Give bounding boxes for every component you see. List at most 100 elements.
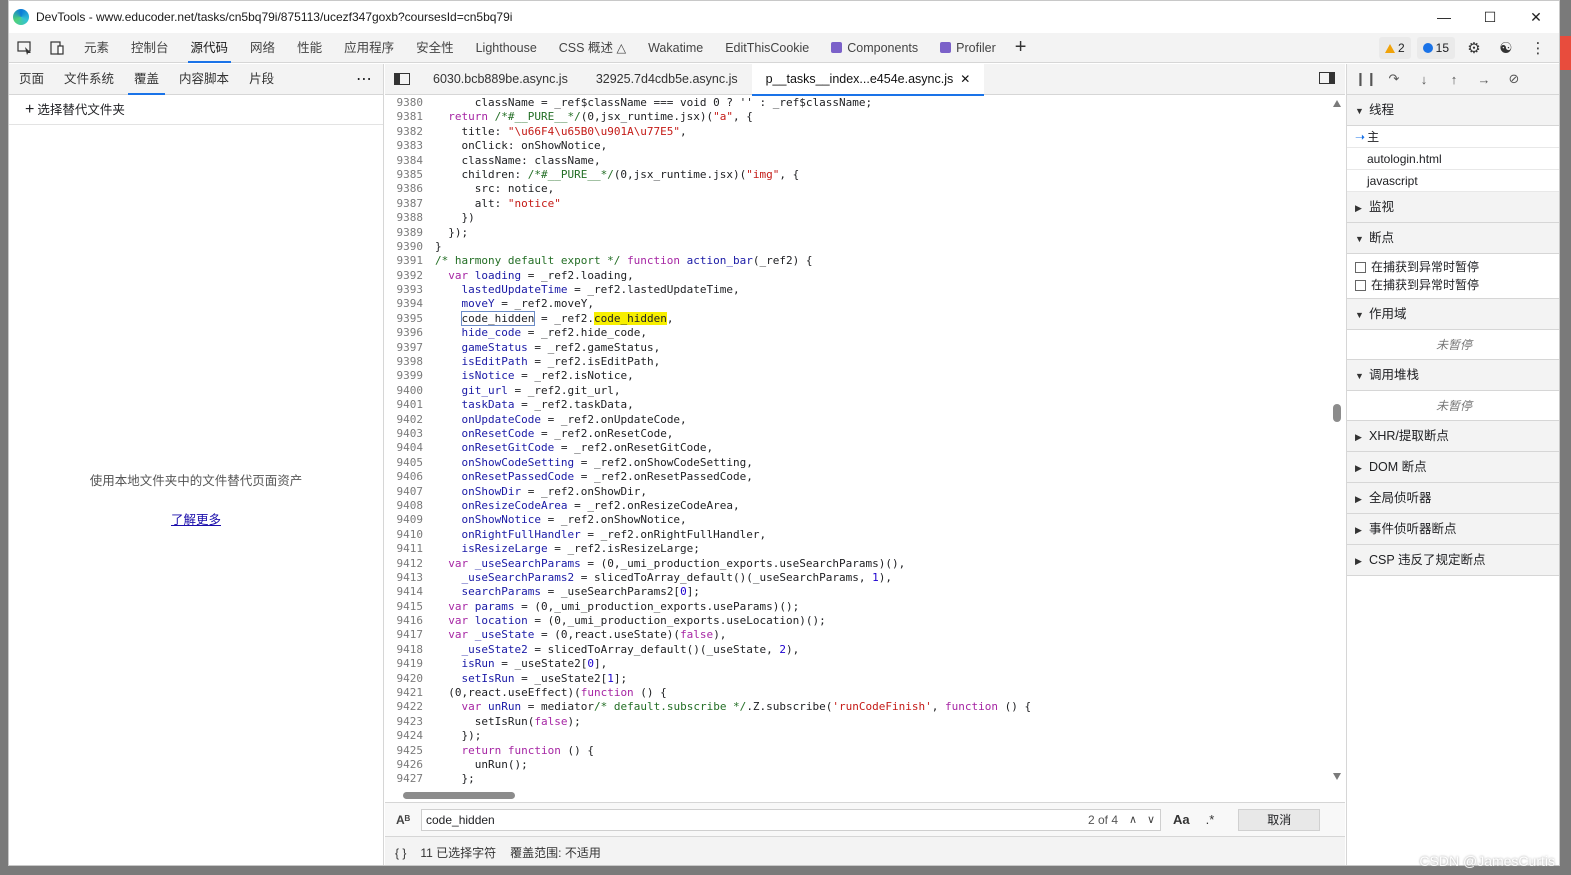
line-number[interactable]: 9389	[385, 226, 429, 240]
threads-section-header[interactable]: ▼ 线程	[1347, 95, 1559, 126]
tab-editthiscookie[interactable]: EditThisCookie	[714, 33, 820, 63]
next-match-icon[interactable]: ∨	[1142, 813, 1160, 826]
dom-breakpoints-header[interactable]: ▶ DOM 断点	[1347, 452, 1559, 483]
pretty-print-button[interactable]: { }	[395, 846, 406, 860]
code-line[interactable]: 9388 })	[385, 211, 1330, 225]
line-number[interactable]: 9404	[385, 441, 429, 455]
code-line[interactable]: 9421 (0,react.useEffect)(function () {	[385, 686, 1330, 700]
line-number[interactable]: 9398	[385, 355, 429, 369]
code-line[interactable]: 9380 className = _ref$className === void…	[385, 96, 1330, 110]
file-tab[interactable]: 32925.7d4cdb5e.async.js	[582, 64, 752, 95]
code-line[interactable]: 9389 });	[385, 226, 1330, 240]
step-over-icon[interactable]: ↷	[1385, 71, 1403, 87]
line-number[interactable]: 9423	[385, 715, 429, 729]
code-line[interactable]: 9400 git_url = _ref2.git_url,	[385, 384, 1330, 398]
line-number[interactable]: 9399	[385, 369, 429, 383]
scroll-down-icon[interactable]	[1333, 773, 1341, 780]
line-number[interactable]: 9409	[385, 513, 429, 527]
tab-css-overview[interactable]: CSS 概述 △	[548, 33, 637, 63]
line-number[interactable]: 9397	[385, 341, 429, 355]
line-number[interactable]: 9419	[385, 657, 429, 671]
line-number[interactable]: 9411	[385, 542, 429, 556]
line-number[interactable]: 9408	[385, 499, 429, 513]
line-number[interactable]: 9396	[385, 326, 429, 340]
tab-profiler[interactable]: Profiler	[929, 33, 1007, 63]
code-line[interactable]: 9415 var params = (0,_umi_production_exp…	[385, 600, 1330, 614]
code-line[interactable]: 9406 onResetPassedCode = _ref2.onResetPa…	[385, 470, 1330, 484]
tab-security[interactable]: 安全性	[405, 33, 465, 63]
code-line[interactable]: 9414 searchParams = _useSearchParams2[0]…	[385, 585, 1330, 599]
code-line[interactable]: 9385 children: /*#__PURE__*/(0,jsx_runti…	[385, 168, 1330, 182]
tab-elements[interactable]: 元素	[73, 33, 120, 63]
tab-snippets[interactable]: 片段	[239, 64, 284, 95]
line-number[interactable]: 9393	[385, 283, 429, 297]
code-line[interactable]: 9391/* harmony default export */ functio…	[385, 254, 1330, 268]
line-number[interactable]: 9400	[385, 384, 429, 398]
checkbox[interactable]	[1355, 279, 1366, 291]
code-line[interactable]: 9399 isNotice = _ref2.isNotice,	[385, 369, 1330, 383]
code-line[interactable]: 9403 onResetCode = _ref2.onResetCode,	[385, 427, 1330, 441]
code-line[interactable]: 9393 lastedUpdateTime = _ref2.lastedUpda…	[385, 283, 1330, 297]
breakpoints-section-header[interactable]: ▼ 断点	[1347, 223, 1559, 254]
line-number[interactable]: 9407	[385, 485, 429, 499]
minimize-icon[interactable]: —	[1421, 1, 1467, 33]
close-tab-icon[interactable]: ✕	[960, 72, 970, 86]
issues-badge[interactable]: 15	[1416, 37, 1455, 59]
code-editor[interactable]: 9380 className = _ref$className === void…	[385, 96, 1330, 788]
tab-content-scripts[interactable]: 内容脚本	[169, 64, 239, 95]
code-line[interactable]: 9396 hide_code = _ref2.hide_code,	[385, 326, 1330, 340]
line-number[interactable]: 9426	[385, 758, 429, 772]
line-number[interactable]: 9420	[385, 672, 429, 686]
toggle-debugger-icon[interactable]	[1319, 71, 1335, 87]
code-line[interactable]: 9420 setIsRun = _useState2[1];	[385, 672, 1330, 686]
code-line[interactable]: 9384 className: className,	[385, 154, 1330, 168]
line-number[interactable]: 9394	[385, 297, 429, 311]
code-line[interactable]: 9413 _useSearchParams2 = slicedToArray_d…	[385, 571, 1330, 585]
inspect-element-icon[interactable]	[9, 33, 41, 63]
global-listeners-header[interactable]: ▶ 全局侦听器	[1347, 483, 1559, 514]
code-line[interactable]: 9426 unRun();	[385, 758, 1330, 772]
step-out-icon[interactable]: ↑	[1445, 72, 1463, 87]
code-line[interactable]: 9392 var loading = _ref2.loading,	[385, 269, 1330, 283]
line-number[interactable]: 9390	[385, 240, 429, 254]
scroll-thumb[interactable]	[1333, 404, 1341, 422]
tab-filesystem[interactable]: 文件系统	[54, 64, 124, 95]
settings-gear-icon[interactable]: ⚙	[1461, 37, 1487, 59]
code-line[interactable]: 9410 onRightFullHandler = _ref2.onRightF…	[385, 528, 1330, 542]
tab-lighthouse[interactable]: Lighthouse	[465, 33, 548, 63]
callstack-section-header[interactable]: ▼ 调用堆栈	[1347, 360, 1559, 391]
line-number[interactable]: 9392	[385, 269, 429, 283]
code-line[interactable]: 9422 var unRun = mediator/* default.subs…	[385, 700, 1330, 714]
code-line[interactable]: 9411 isResizeLarge = _ref2.isResizeLarge…	[385, 542, 1330, 556]
line-number[interactable]: 9418	[385, 643, 429, 657]
line-number[interactable]: 9425	[385, 744, 429, 758]
line-number[interactable]: 9385	[385, 168, 429, 182]
horizontal-scrollbar[interactable]	[385, 788, 1330, 802]
hscroll-thumb[interactable]	[403, 792, 515, 799]
line-number[interactable]: 9412	[385, 557, 429, 571]
line-number[interactable]: 9381	[385, 110, 429, 124]
close-window-icon[interactable]: ✕	[1513, 1, 1559, 33]
more-tabs-icon[interactable]: ⋯	[356, 69, 373, 89]
xhr-breakpoints-header[interactable]: ▶ XHR/提取断点	[1347, 421, 1559, 452]
line-number[interactable]: 9405	[385, 456, 429, 470]
code-line[interactable]: 9402 onUpdateCode = _ref2.onUpdateCode,	[385, 413, 1330, 427]
pause-caught-checkbox[interactable]: 在捕获到异常时暂停	[1347, 258, 1559, 276]
vertical-scrollbar[interactable]	[1330, 96, 1345, 788]
tab-overrides[interactable]: 覆盖	[124, 64, 169, 95]
code-line[interactable]: 9386 src: notice,	[385, 182, 1330, 196]
line-number[interactable]: 9391	[385, 254, 429, 268]
match-case-button[interactable]: Aa	[1173, 812, 1190, 827]
code-line[interactable]: 9416 var location = (0,_umi_production_e…	[385, 614, 1330, 628]
tab-sources[interactable]: 源代码	[180, 33, 240, 63]
code-line[interactable]: 9383 onClick: onShowNotice,	[385, 139, 1330, 153]
device-toolbar-icon[interactable]	[41, 33, 73, 63]
line-number[interactable]: 9402	[385, 413, 429, 427]
code-line[interactable]: 9423 setIsRun(false);	[385, 715, 1330, 729]
checkbox[interactable]	[1355, 261, 1366, 273]
scroll-up-icon[interactable]	[1333, 100, 1341, 107]
line-number[interactable]: 9406	[385, 470, 429, 484]
line-number[interactable]: 9417	[385, 628, 429, 642]
line-number[interactable]: 9414	[385, 585, 429, 599]
line-number[interactable]: 9424	[385, 729, 429, 743]
